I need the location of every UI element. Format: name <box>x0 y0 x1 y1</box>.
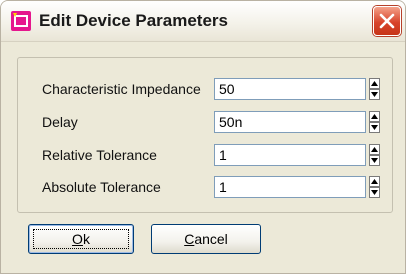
field-row: Delay <box>18 111 392 133</box>
field-row: Absolute Tolerance <box>18 176 392 198</box>
field-row: Relative Tolerance <box>18 144 392 166</box>
delay-label: Delay <box>42 114 78 130</box>
characteristic-impedance-input[interactable] <box>214 78 366 100</box>
spin-up-button[interactable] <box>369 111 380 122</box>
cancel-label: Cancel <box>184 231 228 247</box>
ok-label-rest: k <box>82 231 90 247</box>
relative-tolerance-input[interactable] <box>214 144 366 166</box>
ok-label: Ok <box>72 231 90 247</box>
arrow-down-icon <box>371 158 378 163</box>
absolute-tolerance-label: Absolute Tolerance <box>42 179 161 195</box>
absolute-tolerance-input[interactable] <box>214 176 366 198</box>
delay-input[interactable] <box>214 111 366 133</box>
cancel-label-rest: ancel <box>194 231 228 247</box>
spin-down-button[interactable] <box>369 187 380 198</box>
title-bar[interactable]: Edit Device Parameters <box>1 1 405 42</box>
arrow-up-icon <box>371 114 378 119</box>
arrow-up-icon <box>371 179 378 184</box>
dialog-window: Edit Device Parameters Characteristic Im… <box>0 0 406 274</box>
ok-button[interactable]: Ok <box>28 224 134 254</box>
dialog-title: Edit Device Parameters <box>39 11 228 30</box>
ok-mnemonic: O <box>72 231 83 247</box>
spin-down-button[interactable] <box>369 89 380 100</box>
characteristic-impedance-spinner[interactable] <box>369 78 380 100</box>
cancel-button[interactable]: Cancel <box>151 224 261 254</box>
field-row: Characteristic Impedance <box>18 78 392 100</box>
spin-up-button[interactable] <box>369 78 380 89</box>
delay-spinner[interactable] <box>369 111 380 133</box>
spin-down-button[interactable] <box>369 155 380 166</box>
characteristic-impedance-label: Characteristic Impedance <box>42 81 201 97</box>
app-icon <box>11 11 31 31</box>
arrow-up-icon <box>371 81 378 86</box>
arrow-down-icon <box>371 190 378 195</box>
parameters-group: Characteristic Impedance Delay <box>17 57 393 213</box>
spin-down-button[interactable] <box>369 122 380 133</box>
arrow-down-icon <box>371 125 378 130</box>
spin-up-button[interactable] <box>369 144 380 155</box>
spin-up-button[interactable] <box>369 176 380 187</box>
cancel-mnemonic: C <box>184 231 195 247</box>
arrow-up-icon <box>371 147 378 152</box>
absolute-tolerance-spinner[interactable] <box>369 176 380 198</box>
close-button[interactable] <box>373 6 401 36</box>
relative-tolerance-spinner[interactable] <box>369 144 380 166</box>
relative-tolerance-label: Relative Tolerance <box>42 147 157 163</box>
arrow-down-icon <box>371 92 378 97</box>
close-icon <box>379 13 395 29</box>
